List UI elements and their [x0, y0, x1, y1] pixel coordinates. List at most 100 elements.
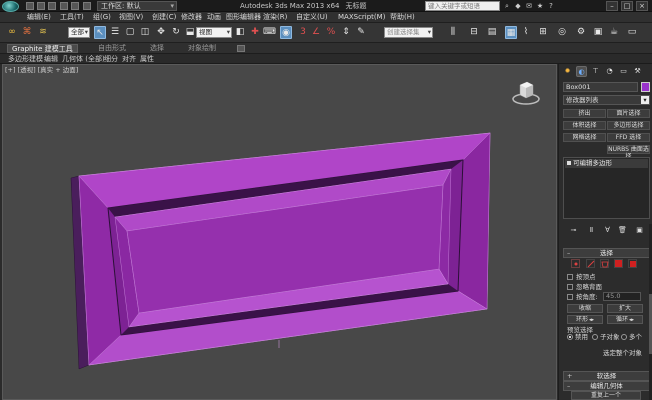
workspace-select[interactable]: 工作区: 默认 ▾: [97, 1, 177, 11]
pin-stack-icon[interactable]: ⊸: [569, 226, 578, 235]
new-file-icon[interactable]: [26, 2, 34, 10]
favorites-icon[interactable]: ★: [536, 2, 544, 10]
layer-manager-icon[interactable]: ▤: [486, 26, 498, 39]
search-icon[interactable]: ⌕: [503, 2, 511, 10]
view-cube-icon[interactable]: [511, 77, 541, 107]
edit-named-selection-icon[interactable]: ✎: [355, 26, 367, 39]
select-scale-icon[interactable]: ⬓: [184, 26, 196, 39]
menu-views[interactable]: 视图(V): [119, 13, 143, 22]
app-logo-icon[interactable]: [2, 1, 19, 12]
modify-tab-icon[interactable]: ◐: [576, 66, 587, 77]
motion-tab-icon[interactable]: ◔: [604, 66, 615, 77]
reference-coordinate-select[interactable]: 视图 ▾: [196, 27, 232, 38]
ignore-backfacing-checkbox[interactable]: 忽略背面: [567, 283, 602, 291]
object-color-swatch[interactable]: [641, 82, 650, 92]
preview-subobject-radio[interactable]: 子对象: [592, 333, 620, 341]
select-by-name-icon[interactable]: ☰: [109, 26, 121, 39]
panel-edit[interactable]: 编辑: [44, 54, 58, 64]
menu-rendering[interactable]: 渲染(R): [263, 13, 287, 22]
poly-select-button[interactable]: 多边形选择: [607, 121, 650, 130]
hierarchy-tab-icon[interactable]: ⊤: [590, 66, 601, 77]
by-angle-checkbox[interactable]: 按角度:: [567, 293, 598, 301]
menu-animation[interactable]: 动画: [207, 13, 221, 22]
redo-icon[interactable]: [71, 2, 79, 10]
menu-help[interactable]: 帮助(H): [390, 13, 415, 22]
create-tab-icon[interactable]: ✹: [562, 66, 573, 77]
polygon-mode-icon[interactable]: [614, 259, 623, 268]
tab-object-paint[interactable]: 对象绘制: [184, 44, 220, 53]
show-end-result-icon[interactable]: Ⅱ: [587, 226, 596, 235]
tab-graphite-modeling[interactable]: Graphite 建模工具: [7, 44, 78, 53]
percent-snap-icon[interactable]: %: [325, 26, 337, 39]
shrink-button[interactable]: 收缩: [567, 304, 603, 313]
menu-customize[interactable]: 自定义(U): [296, 13, 328, 22]
volume-select-button[interactable]: 体积选择: [563, 121, 606, 130]
window-crossing-icon[interactable]: ◫: [139, 26, 151, 39]
vertex-mode-icon[interactable]: [571, 259, 580, 268]
utilities-tab-icon[interactable]: ⚒: [632, 66, 643, 77]
render-setup-icon[interactable]: ⚙: [575, 26, 587, 39]
mirror-icon[interactable]: ⫼: [447, 26, 459, 39]
ffd-select-button[interactable]: FFD 选择: [607, 133, 650, 142]
door-panel-model[interactable]: [3, 65, 557, 400]
menu-graph-editors[interactable]: 图形编辑器: [226, 13, 261, 22]
pivot-center-icon[interactable]: ◧: [234, 26, 246, 39]
unlink-icon[interactable]: ⌘: [21, 26, 33, 39]
select-rotate-icon[interactable]: ↻: [170, 26, 182, 39]
border-mode-icon[interactable]: [600, 259, 609, 268]
toolbar-extra-icon[interactable]: ▭: [626, 26, 638, 39]
element-mode-icon[interactable]: [628, 259, 637, 268]
stack-light-icon[interactable]: [567, 161, 571, 165]
selection-filter-select[interactable]: 全部 ▾: [68, 27, 90, 38]
loop-button[interactable]: 循环◂▸: [607, 315, 643, 324]
subscription-icon[interactable]: ◆: [514, 2, 522, 10]
snaps-toggle-icon[interactable]: ◉: [280, 26, 292, 39]
named-selection-set-select[interactable]: 创建选择集 ▾: [384, 27, 433, 38]
bind-space-warp-icon[interactable]: ≋: [37, 26, 49, 39]
ring-button[interactable]: 环形◂▸: [567, 315, 603, 324]
open-file-icon[interactable]: [37, 2, 45, 10]
edge-mode-icon[interactable]: [586, 259, 595, 268]
angle-input[interactable]: 45.0: [603, 292, 641, 301]
menu-tools[interactable]: 工具(T): [60, 13, 84, 22]
communication-icon[interactable]: ✉: [525, 2, 533, 10]
ribbon-minimize-icon[interactable]: [237, 45, 245, 52]
extrude-modifier-button[interactable]: 挤出: [563, 109, 606, 118]
remove-modifier-icon[interactable]: 🗑: [618, 226, 627, 235]
mesh-select-button[interactable]: 网格选择: [563, 133, 606, 142]
rendered-frame-icon[interactable]: ▣: [592, 26, 604, 39]
curve-editor-icon[interactable]: ⌇: [520, 26, 532, 39]
preview-off-radio[interactable]: 禁用: [567, 333, 588, 341]
display-tab-icon[interactable]: ▭: [618, 66, 629, 77]
rectangular-selection-icon[interactable]: ▢: [124, 26, 136, 39]
grow-button[interactable]: 扩大: [607, 304, 643, 313]
panel-subdivision[interactable]: 细分: [104, 54, 118, 64]
align-icon[interactable]: ⊟: [468, 26, 480, 39]
minimize-button[interactable]: –: [606, 1, 618, 11]
snap-3d-icon[interactable]: 3: [297, 26, 309, 39]
link-icon[interactable]: ∞: [6, 26, 18, 39]
close-button[interactable]: ×: [636, 1, 648, 11]
render-production-icon[interactable]: ☕: [608, 26, 620, 39]
menu-modifiers[interactable]: 修改器: [181, 13, 202, 22]
graphite-toggle-icon[interactable]: ▦: [505, 26, 517, 39]
make-unique-icon[interactable]: ∀: [603, 226, 612, 235]
soft-selection-rollout-header[interactable]: + 软选择: [563, 371, 650, 381]
configure-sets-icon[interactable]: ▣: [635, 226, 644, 235]
tab-selection[interactable]: 选择: [146, 44, 168, 53]
patch-select-button[interactable]: 面片选择: [607, 109, 650, 118]
search-input[interactable]: 键入关键字或短语: [425, 1, 500, 11]
nurbs-surface-select-button[interactable]: NURBS 曲面选择: [607, 145, 650, 160]
panel-align[interactable]: 对齐: [122, 54, 136, 64]
panel-polygon-modeling[interactable]: 多边形建模: [8, 54, 43, 64]
panel-properties[interactable]: 属性: [140, 54, 154, 64]
menu-edit[interactable]: 编辑(E): [27, 13, 51, 22]
perspective-viewport[interactable]: [+] [透视] [真实 + 边面]: [2, 64, 557, 400]
by-vertex-checkbox[interactable]: 按顶点: [567, 273, 596, 281]
maximize-button[interactable]: □: [621, 1, 633, 11]
menu-group[interactable]: 组(G): [93, 13, 111, 22]
select-object-icon[interactable]: ↖: [94, 26, 106, 39]
help-icon[interactable]: ?: [547, 2, 555, 10]
edit-geometry-rollout-header[interactable]: – 编辑几何体: [563, 381, 650, 391]
panel-geometry-all[interactable]: 几何体 (全部): [62, 54, 105, 64]
